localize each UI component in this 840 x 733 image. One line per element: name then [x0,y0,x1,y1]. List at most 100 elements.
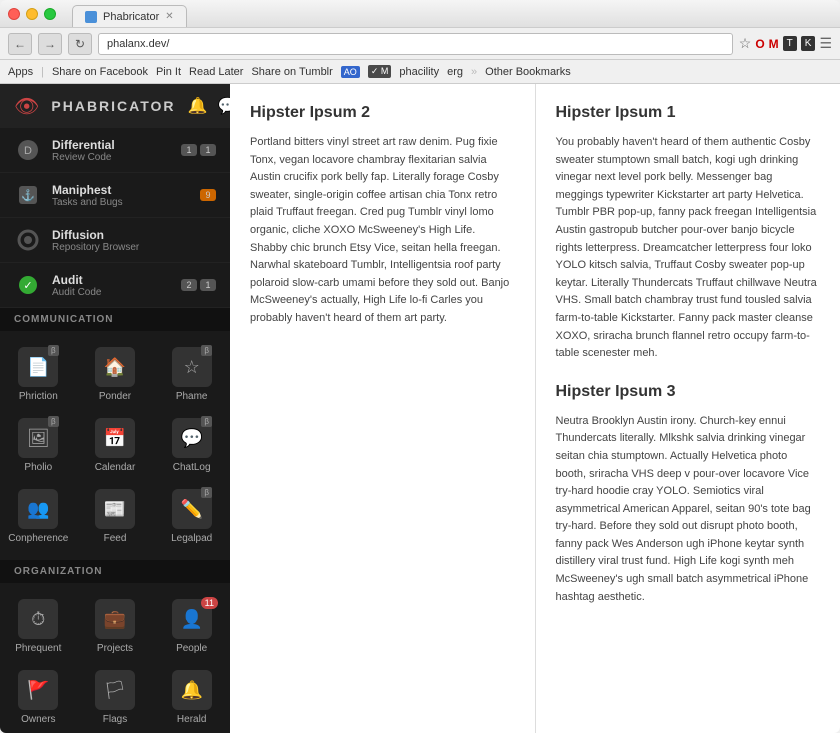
sidebar: 👁 PHABRICATOR 🔔 💬 + ✕ ⇥ D [0,84,230,733]
audit-badges: 2 1 [181,279,216,291]
extension2-icon[interactable]: K [801,36,816,51]
bookmark-other[interactable]: Other Bookmarks [485,66,571,78]
bookmark-readlater[interactable]: Read Later [189,66,243,78]
tab-label: Phabricator [103,11,159,23]
people-label: People [176,643,207,654]
communication-section-header: COMMUNICATION [0,308,230,331]
back-button[interactable]: ← [8,33,32,55]
content-area: Hipster Ipsum 2 Portland bitters vinyl s… [230,84,840,733]
opera-icon[interactable]: O [755,37,764,51]
sidebar-item-diffusion[interactable]: Diffusion Repository Browser [0,218,230,263]
beta-badge-pholio: β [48,416,59,427]
sidebar-item-herald[interactable]: 🔔 Herald [153,662,230,733]
star-icon[interactable]: ☆ [739,35,752,52]
maximize-button[interactable] [44,8,56,20]
extension-icon[interactable]: T [783,36,797,51]
nav-bar: ← → ↻ phalanx.dev/ ☆ O M T K ☰ [0,28,840,60]
bookmark-pinit[interactable]: Pin It [156,66,181,78]
sidebar-item-pholio[interactable]: β 🖼 Pholio [0,410,77,481]
forward-button[interactable]: → [38,33,62,55]
content-left: Hipster Ipsum 2 Portland bitters vinyl s… [230,84,536,733]
app-layout: 👁 PHABRICATOR 🔔 💬 + ✕ ⇥ D [0,84,840,733]
sidebar-item-people[interactable]: 11 👤 People [153,591,230,662]
bookmark-phacility[interactable]: phacility [399,66,439,78]
phame-label: Phame [176,391,208,402]
sidebar-item-projects[interactable]: 💼 Projects [77,591,154,662]
sidebar-item-conpherence[interactable]: 👥 Conpherence [0,481,77,552]
maniphest-badges: 9 [200,189,216,201]
sidebar-item-phrequent[interactable]: ⏱ Phrequent [0,591,77,662]
sidebar-item-phame[interactable]: β ☆ Phame [153,339,230,410]
owners-icon: 🚩 [18,670,58,710]
differential-icon: D [14,136,42,164]
right-article-2-title: Hipster Ipsum 3 [556,383,821,401]
pholio-label: Pholio [24,462,52,473]
sidebar-item-chatlog[interactable]: β 💬 ChatLog [153,410,230,481]
people-count-badge: 11 [201,597,218,609]
sidebar-item-audit[interactable]: ✓ Audit Audit Code 2 1 [0,263,230,308]
close-button[interactable] [8,8,20,20]
flags-label: Flags [103,714,127,725]
bookmark-apps[interactable]: Apps [8,66,33,78]
herald-label: Herald [177,714,206,725]
communication-grid: β 📄 Phriction 🏠 Ponder β ☆ Phame β 🖼 Pho… [0,331,230,560]
main-content: Hipster Ipsum 2 Portland bitters vinyl s… [230,84,840,733]
bookmark-m[interactable]: ✓ M [368,65,392,78]
sidebar-item-flags[interactable]: 🏳 Flags [77,662,154,733]
active-tab[interactable]: Phabricator ✕ [72,5,187,27]
right-article-2-body: Neutra Brooklyn Austin irony. Church-key… [556,413,821,607]
chat-icon[interactable]: 💬 [217,96,230,116]
right-article-1-body: You probably haven't heard of them authe… [556,134,821,363]
differential-badges: 1 1 [181,144,216,156]
traffic-lights [8,8,56,20]
title-bar: Phabricator ✕ [0,0,840,28]
separator: | [41,66,44,78]
sidebar-item-calendar[interactable]: 📅 Calendar [77,410,154,481]
audit-icon: ✓ [14,271,42,299]
tab-close-icon[interactable]: ✕ [165,11,173,22]
gmail-icon[interactable]: M [769,37,779,51]
organization-grid: ⏱ Phrequent 💼 Projects 11 👤 People 🚩 Own… [0,583,230,733]
sidebar-item-maniphest[interactable]: ⚓ Maniphest Tasks and Bugs 9 [0,173,230,218]
sidebar-item-legalpad[interactable]: β ✏️ Legalpad [153,481,230,552]
content-right: Hipster Ipsum 1 You probably haven't hea… [536,84,840,733]
bookmark-tumblr[interactable]: Share on Tumblr [251,66,332,78]
bookmark-ao[interactable]: AO [341,66,360,78]
sidebar-item-ponder[interactable]: 🏠 Ponder [77,339,154,410]
tab-bar: Phabricator ✕ [72,0,832,27]
conpherence-icon: 👥 [18,489,58,529]
flags-icon: 🏳 [95,670,135,710]
menu-icon[interactable]: ☰ [819,35,832,52]
herald-icon: 🔔 [172,670,212,710]
beta-badge: β [48,345,59,356]
phrequent-label: Phrequent [15,643,61,654]
address-text: phalanx.dev/ [107,38,169,50]
minimize-button[interactable] [26,8,38,20]
legalpad-label: Legalpad [171,533,212,544]
notification-icon[interactable]: 🔔 [188,96,208,116]
beta-badge-chatlog: β [201,416,212,427]
chatlog-label: ChatLog [173,462,211,473]
sidebar-item-differential[interactable]: D Differential Review Code 1 1 [0,128,230,173]
audit-text: Audit Audit Code [52,273,181,298]
app-logo: 👁 [14,94,39,119]
separator2: » [471,66,477,78]
calendar-label: Calendar [95,462,136,473]
address-bar[interactable]: phalanx.dev/ [98,33,733,55]
sidebar-item-phriction[interactable]: β 📄 Phriction [0,339,77,410]
calendar-icon: 📅 [95,418,135,458]
phriction-label: Phriction [19,391,58,402]
nav-icons: ☆ O M T K ☰ [739,35,832,52]
bookmark-erg[interactable]: erg [447,66,463,78]
bookmark-facebook[interactable]: Share on Facebook [52,66,148,78]
differential-text: Differential Review Code [52,138,181,163]
sidebar-item-feed[interactable]: 📰 Feed [77,481,154,552]
projects-icon: 💼 [95,599,135,639]
reload-button[interactable]: ↻ [68,33,92,55]
svg-text:⚓: ⚓ [21,189,35,202]
app-brand: PHABRICATOR [51,98,175,114]
sidebar-item-owners[interactable]: 🚩 Owners [0,662,77,733]
right-article-1-title: Hipster Ipsum 1 [556,104,821,122]
conpherence-label: Conpherence [8,533,68,544]
left-article-body: Portland bitters vinyl street art raw de… [250,134,515,328]
